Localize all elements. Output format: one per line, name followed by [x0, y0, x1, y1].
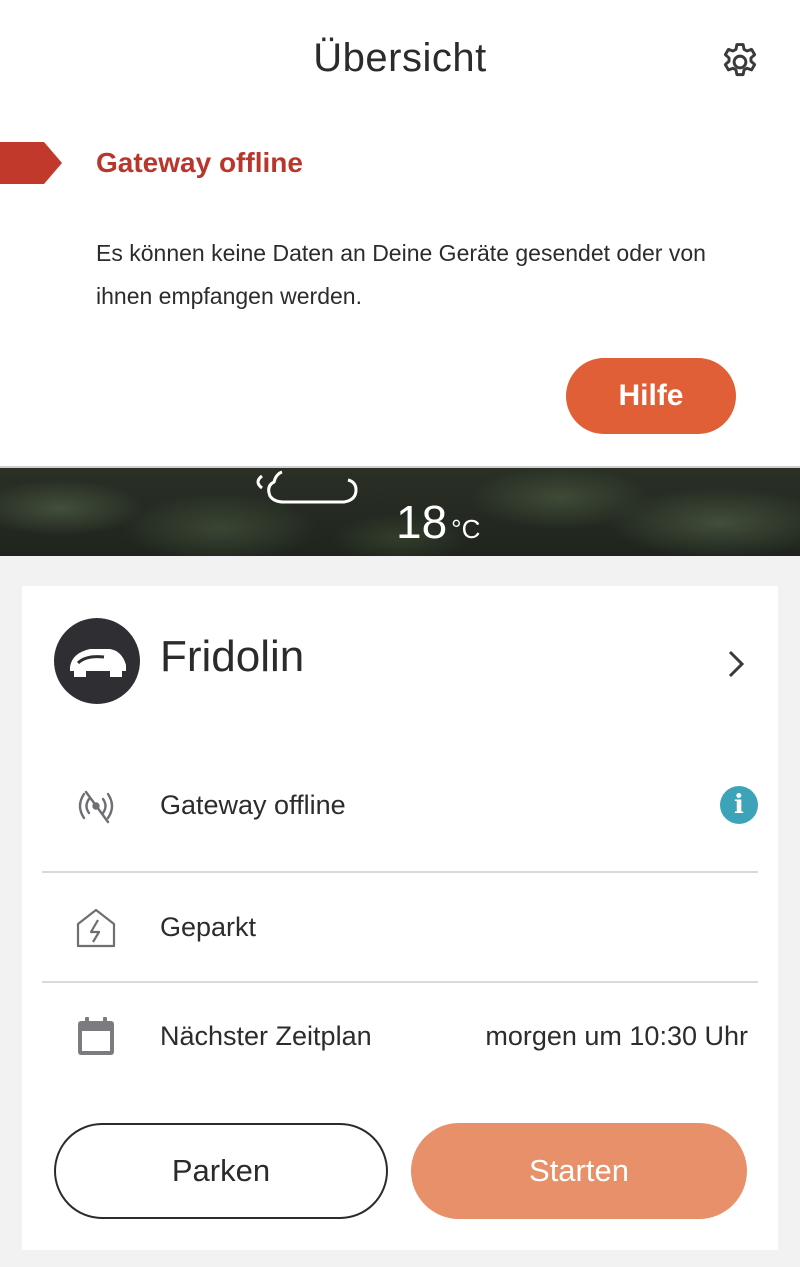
temperature: 18 °C — [396, 496, 480, 555]
banner-title: Gateway offline — [96, 147, 303, 178]
gear-icon — [723, 43, 757, 77]
info-icon[interactable]: i — [720, 786, 758, 824]
divider — [42, 981, 758, 983]
alert-flag-icon — [0, 142, 62, 184]
settings-button[interactable] — [716, 38, 764, 86]
status-label-gateway: Gateway offline — [160, 790, 346, 820]
temperature-unit: °C — [451, 514, 481, 544]
charging-station-icon — [76, 908, 116, 948]
park-button[interactable]: Parken — [54, 1123, 388, 1219]
banner-message: Es können keine Daten an Deine Geräte ge… — [96, 240, 706, 309]
chevron-right-icon[interactable] — [722, 646, 750, 682]
schedule-value: morgen um 10:30 Uhr — [485, 1021, 748, 1051]
help-button[interactable]: Hilfe — [566, 358, 736, 434]
robot-mower-icon — [70, 649, 126, 677]
status-row-parked: Geparkt — [42, 878, 758, 978]
temperature-value: 18 — [396, 496, 448, 548]
header: Übersicht — [0, 0, 800, 120]
status-row-schedule: Nächster Zeitplan morgen um 10:30 Uhr — [42, 987, 758, 1087]
divider — [42, 871, 758, 873]
status-label-parked: Geparkt — [160, 912, 257, 942]
device-avatar — [54, 618, 140, 704]
start-button[interactable]: Starten — [411, 1123, 747, 1219]
status-label-schedule: Nächster Zeitplan — [160, 1021, 372, 1051]
cloud-icon — [256, 470, 358, 504]
status-row-gateway: Gateway offline i — [42, 756, 758, 856]
device-name: Fridolin — [160, 632, 305, 681]
device-card: Fridolin Gateway offline i Geparkt Nächs… — [22, 586, 778, 1250]
weather-strip: 18 °C — [0, 466, 800, 556]
signal-off-icon — [78, 790, 114, 824]
page-title: Übersicht — [313, 36, 487, 80]
calendar-icon — [78, 1017, 114, 1055]
